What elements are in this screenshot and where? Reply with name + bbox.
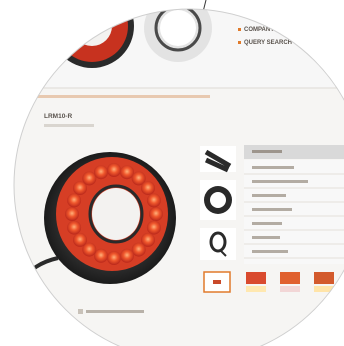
breadcrumb: [20, 95, 210, 98]
spec-row: [252, 194, 286, 197]
led-dot: [149, 207, 163, 221]
led-dot: [146, 220, 161, 235]
product-subtitle: [44, 124, 94, 127]
spec-row: [252, 208, 292, 211]
led-dot: [73, 232, 87, 247]
led-dot: [146, 193, 161, 208]
variant-orange[interactable]: [280, 272, 300, 284]
led-dot: [141, 181, 155, 196]
led-dot: [67, 193, 82, 208]
led-dot: [67, 220, 82, 235]
led-dot: [120, 248, 134, 263]
spec-row: [252, 166, 294, 169]
spec-row: [252, 222, 282, 225]
variant-red[interactable]: [246, 272, 266, 284]
product-title: LRM10-R: [44, 113, 72, 120]
spec-row: [252, 180, 308, 183]
magnified-screenshot: COMPANY QUERY SEARCH LRM10-R: [13, 0, 344, 346]
thumbnail-strip[interactable]: [200, 146, 236, 260]
led-dot: [107, 251, 121, 265]
spec-row: [252, 250, 288, 253]
spec-row: [252, 236, 280, 239]
spec-table: [244, 145, 344, 264]
led-dot: [94, 165, 108, 180]
variant-amber[interactable]: [314, 272, 334, 284]
led-dot: [65, 207, 79, 221]
nav-link-query[interactable]: QUERY SEARCH: [244, 40, 292, 46]
led-dot: [107, 163, 121, 177]
footer-note: [86, 310, 144, 313]
